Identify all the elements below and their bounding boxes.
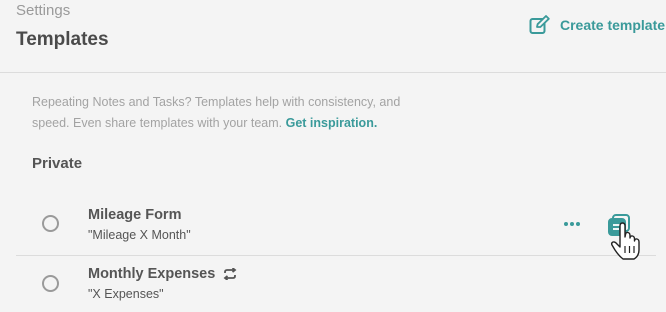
hand-pointer-icon: [610, 222, 640, 260]
template-title: Mileage Form: [88, 207, 181, 223]
header: Settings Templates Create template: [0, 0, 666, 73]
template-row[interactable]: Monthly Expenses "X Expenses": [16, 255, 656, 312]
section-heading-private: Private: [32, 155, 83, 172]
more-options-button[interactable]: [562, 214, 582, 234]
edit-square-icon: [529, 15, 550, 34]
template-subtitle: "X Expenses": [88, 287, 164, 301]
template-select-radio[interactable]: [42, 215, 59, 232]
template-title-text: Mileage Form: [88, 207, 182, 223]
template-row[interactable]: Mileage Form "Mileage X Month": [16, 198, 656, 254]
create-template-button[interactable]: Create template: [529, 14, 665, 36]
more-horizontal-icon: [564, 222, 580, 226]
template-title-text: Monthly Expenses: [88, 266, 216, 282]
get-inspiration-link[interactable]: Get inspiration.: [286, 116, 378, 130]
template-title: Monthly Expenses: [88, 266, 237, 282]
breadcrumb[interactable]: Settings: [16, 2, 70, 19]
template-select-radio[interactable]: [42, 275, 59, 292]
page-title: Templates: [16, 29, 109, 50]
template-subtitle: "Mileage X Month": [88, 228, 191, 242]
create-template-label: Create template: [560, 17, 666, 33]
intro-text: Repeating Notes and Tasks? Templates hel…: [32, 92, 432, 134]
repeat-icon: [223, 268, 237, 280]
